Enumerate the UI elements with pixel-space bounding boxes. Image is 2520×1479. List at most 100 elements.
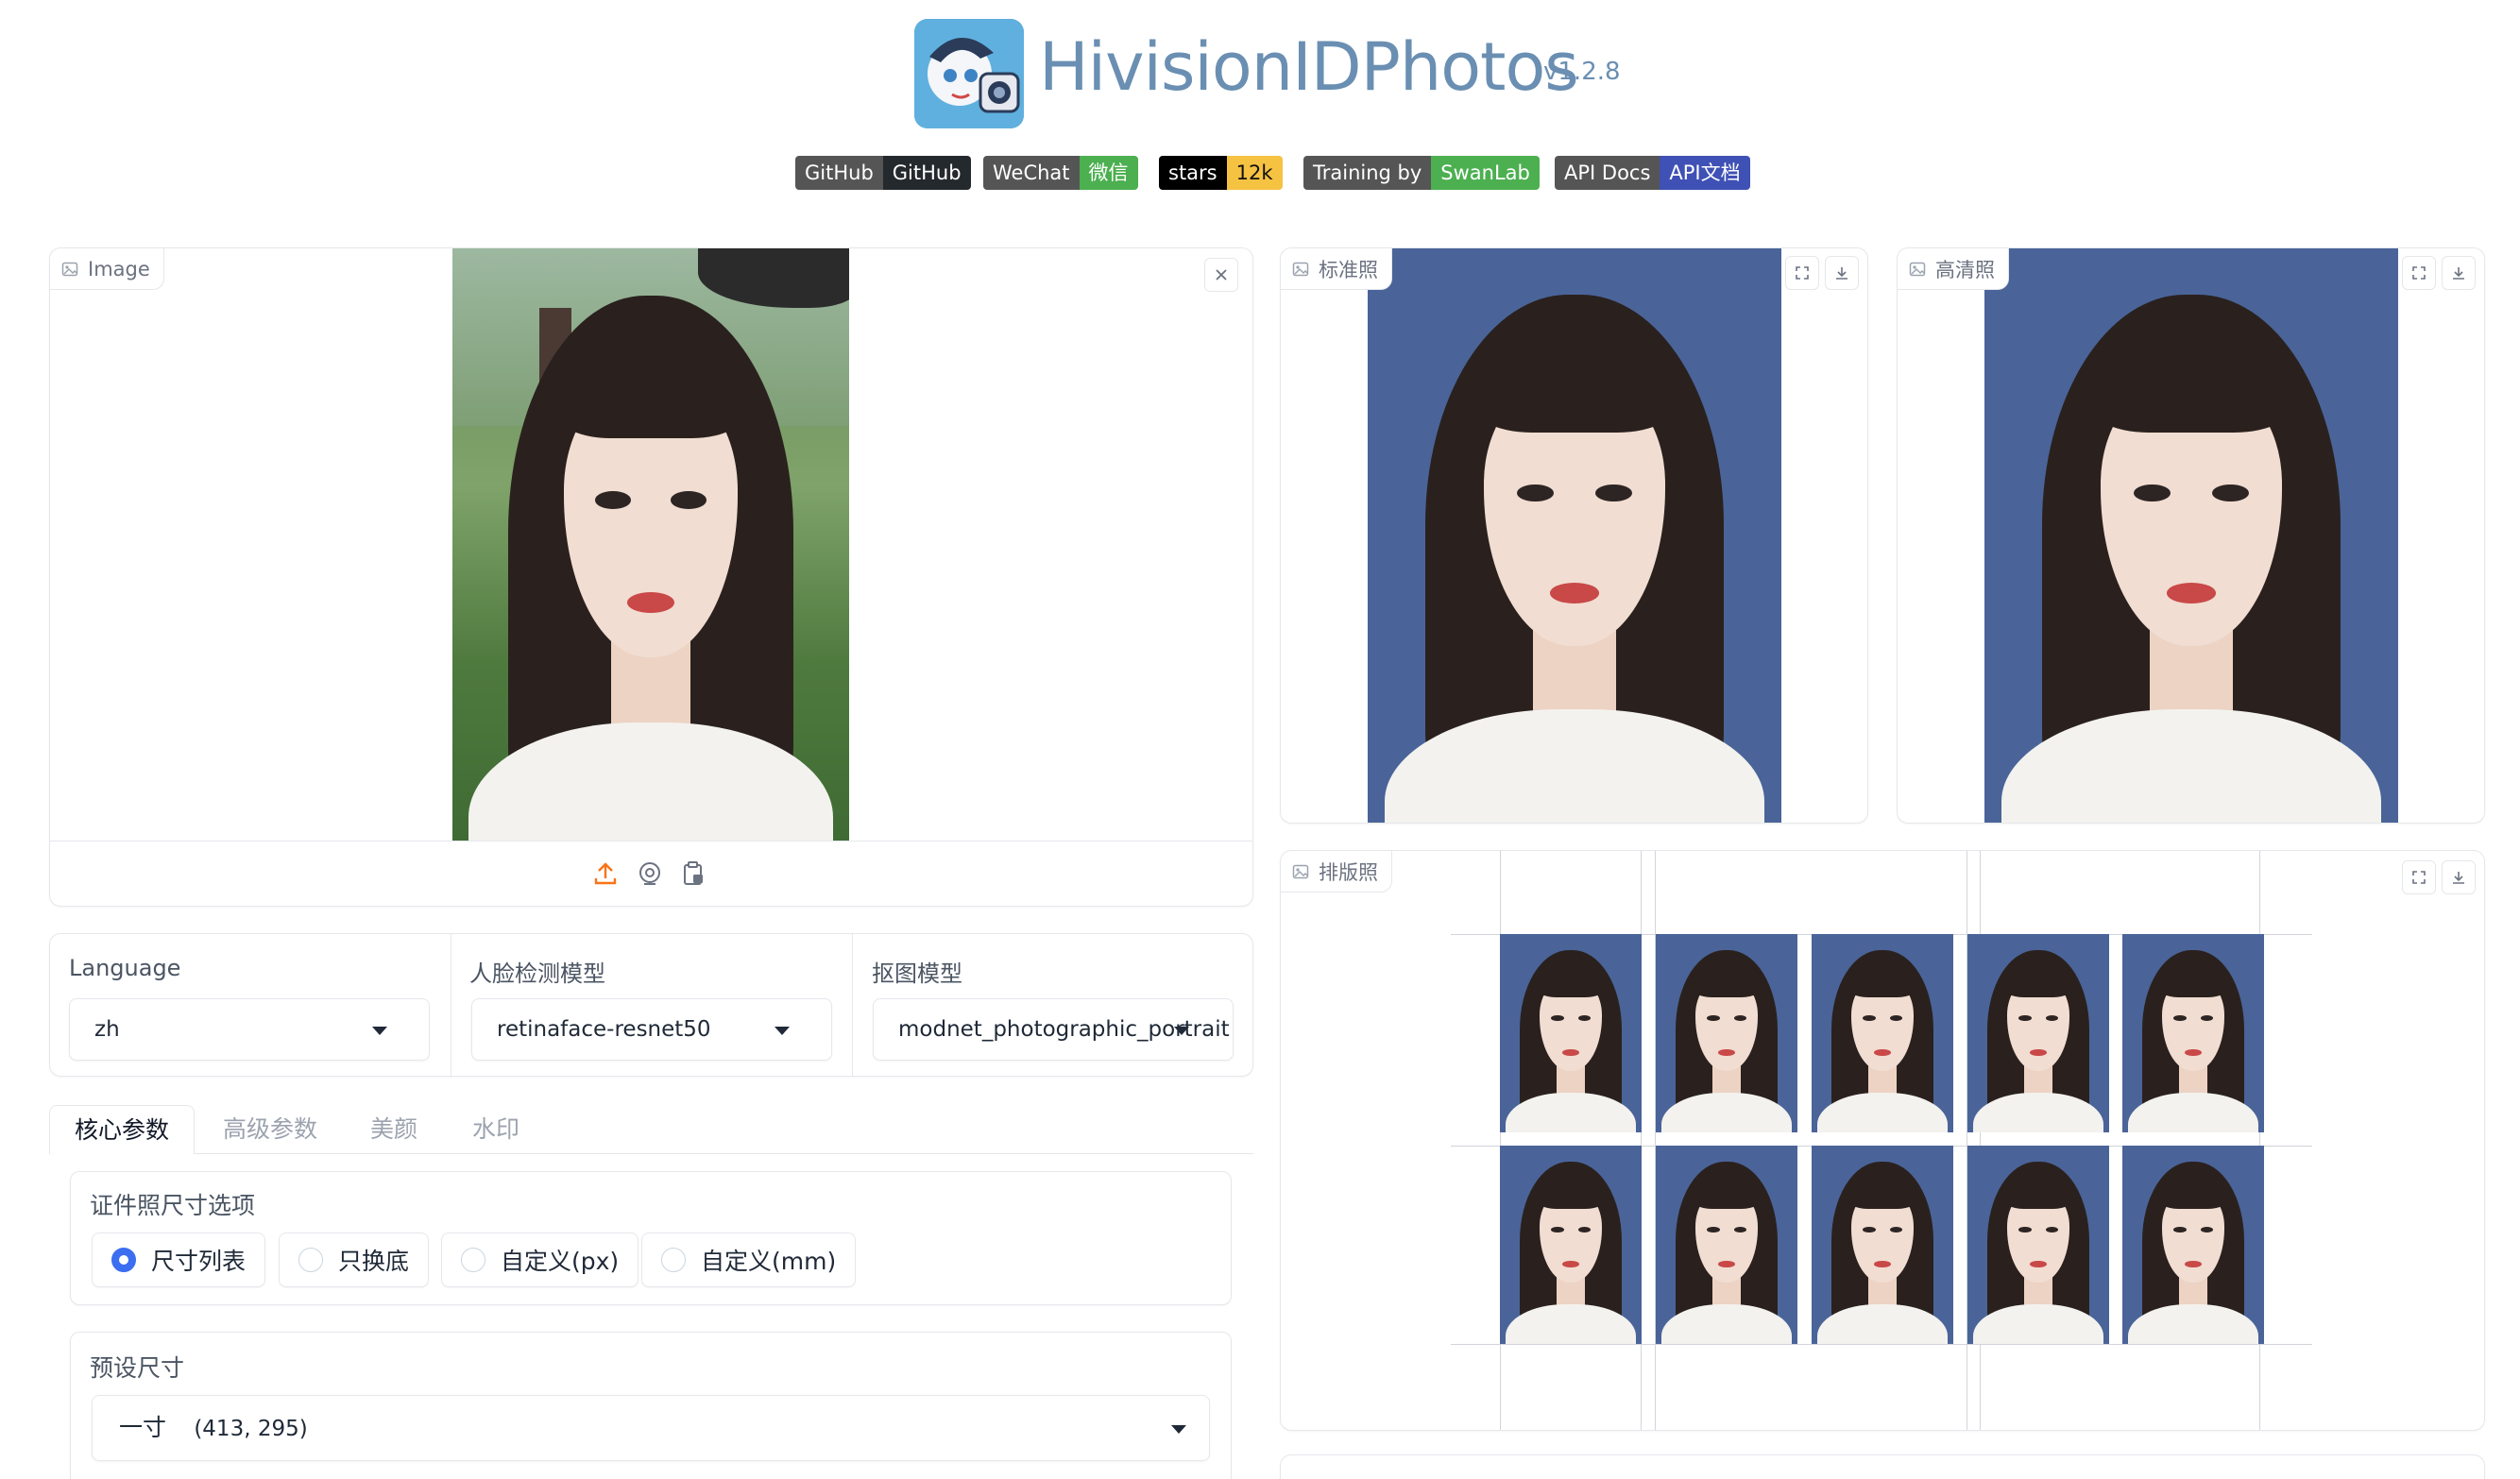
fullscreen-button[interactable] [2402, 860, 2436, 894]
hd-id-photo [1984, 248, 2398, 823]
radio-indicator [661, 1248, 686, 1272]
radio-selected-indicator [111, 1248, 136, 1272]
fullscreen-icon [1796, 266, 1809, 280]
webcam-button[interactable] [636, 859, 664, 892]
badge-left-label: API Docs [1555, 156, 1660, 190]
app-logo [914, 19, 1024, 128]
badge-right-label: 12k [1226, 156, 1283, 190]
swanlab-badge[interactable]: Training by SwanLab [1303, 156, 1540, 190]
tab-beauty[interactable]: 美颜 [346, 1105, 442, 1154]
fullscreen-button[interactable] [2402, 256, 2436, 290]
download-button[interactable] [2442, 860, 2476, 894]
preset-size-dims: (413, 295) [194, 1417, 308, 1441]
input-image-panel: Image [49, 247, 1253, 907]
chevron-down-icon [775, 1027, 790, 1035]
face-model-dropdown[interactable]: retinaface-resnet50 [471, 998, 832, 1061]
tab-core-params[interactable]: 核心参数 [49, 1105, 196, 1154]
standard-photo-panel: 标准照 [1280, 247, 1868, 824]
language-label: Language [69, 955, 181, 981]
radio-indicator [461, 1248, 485, 1272]
radio-label: 自定义(px) [501, 1248, 620, 1275]
language-value: zh [94, 1017, 120, 1042]
badge-left-label: stars [1159, 156, 1227, 190]
app-version: v1.2.8 [1543, 58, 1621, 86]
tab-watermark[interactable]: 水印 [448, 1105, 544, 1154]
radio-indicator [298, 1248, 323, 1272]
preset-size-name: 一寸 [119, 1414, 167, 1441]
layout-photo-tile [2122, 934, 2264, 1132]
layout-photo-tile [1656, 1146, 1797, 1344]
image-icon [1292, 262, 1309, 276]
layout-photo-tile [2122, 1146, 2264, 1344]
badge-left-label: Training by [1303, 156, 1432, 190]
radio-label: 尺寸列表 [151, 1248, 247, 1275]
fullscreen-button[interactable] [1785, 256, 1819, 290]
preset-size-label: 预设尺寸 [90, 1354, 185, 1382]
layout-photo-tile [1656, 934, 1797, 1132]
layout-photo-panel: 排版照 [1280, 850, 2485, 1431]
size-options-group: 证件照尺寸选项 尺寸列表 只换底 自定义(px) 自定义(mm) [70, 1171, 1232, 1305]
download-icon [1836, 267, 1847, 280]
webcam-icon [639, 862, 660, 885]
layout-photo-tile [1967, 1146, 2109, 1344]
matting-model-dropdown[interactable]: modnet_photographic_portrait [873, 998, 1234, 1061]
size-options-label: 证件照尺寸选项 [90, 1192, 256, 1219]
layout-photo-tile [1967, 934, 2109, 1132]
layout-photo-tile [1812, 1146, 1953, 1344]
download-icon [2453, 872, 2464, 884]
download-icon [2453, 267, 2464, 280]
image-icon [1909, 262, 1926, 276]
next-panel-edge [1280, 1454, 2485, 1479]
badge-left-label: WeChat [983, 156, 1080, 190]
wechat-badge[interactable]: WeChat 微信 [983, 156, 1138, 190]
hd-photo-label: 高清照 [1935, 258, 1995, 281]
chevron-down-icon [1171, 1425, 1186, 1434]
language-dropdown[interactable]: zh [69, 998, 430, 1061]
app-title: HivisionIDPhotos [1039, 28, 1579, 106]
layout-photo-tag: 排版照 [1281, 851, 1392, 892]
standard-photo-label: 标准照 [1319, 258, 1378, 281]
hd-photo-panel: 高清照 [1897, 247, 2485, 824]
badge-right-label: GitHub [882, 156, 971, 190]
face-model-label: 人脸检测模型 [469, 960, 605, 987]
clear-image-button[interactable] [1204, 258, 1238, 292]
matting-model-label: 抠图模型 [872, 960, 962, 987]
uploaded-photo [452, 248, 849, 841]
layout-photo-label: 排版照 [1319, 860, 1378, 884]
image-icon [61, 262, 78, 276]
stars-badge[interactable]: stars 12k [1159, 156, 1283, 190]
image-icon [1292, 864, 1309, 878]
standard-id-photo [1368, 248, 1781, 823]
radio-label: 只换底 [338, 1248, 410, 1275]
fullscreen-icon [2412, 871, 2426, 884]
upload-icon [594, 862, 617, 885]
badge-right-label: SwanLab [1431, 156, 1540, 190]
radio-label: 自定义(mm) [701, 1248, 837, 1275]
download-button[interactable] [2442, 256, 2476, 290]
face-model-value: retinaface-resnet50 [497, 1017, 711, 1042]
model-settings-panel: Language zh 人脸检测模型 retinaface-resnet50 抠… [49, 933, 1253, 1077]
close-icon [1216, 269, 1227, 280]
github-badge[interactable]: GitHub GitHub [795, 156, 971, 190]
chevron-down-icon [1174, 1027, 1189, 1035]
badge-left-label: GitHub [795, 156, 883, 190]
radio-change-bg-only[interactable]: 只换底 [279, 1232, 430, 1287]
preset-size-dropdown[interactable]: 一寸 (413, 295) [92, 1395, 1210, 1461]
layout-photo-tile [1500, 1146, 1642, 1344]
layout-photo-tile [1812, 934, 1953, 1132]
badge-right-label: API文档 [1660, 156, 1750, 190]
preset-size-group: 预设尺寸 一寸 (413, 295) [70, 1332, 1232, 1479]
radio-size-list[interactable]: 尺寸列表 [92, 1232, 266, 1287]
layout-photo-tile [1500, 934, 1642, 1132]
api-docs-badge[interactable]: API Docs API文档 [1555, 156, 1750, 190]
clipboard-icon [684, 861, 703, 885]
tab-advanced-params[interactable]: 高级参数 [198, 1105, 342, 1154]
upload-button[interactable] [591, 859, 620, 892]
paste-clipboard-button[interactable] [679, 859, 707, 892]
download-button[interactable] [1825, 256, 1859, 290]
input-image-tag: Image [50, 248, 164, 290]
hd-photo-tag: 高清照 [1898, 248, 2009, 290]
chevron-down-icon [372, 1027, 387, 1035]
radio-custom-mm[interactable]: 自定义(mm) [641, 1232, 857, 1287]
radio-custom-px[interactable]: 自定义(px) [441, 1232, 639, 1287]
